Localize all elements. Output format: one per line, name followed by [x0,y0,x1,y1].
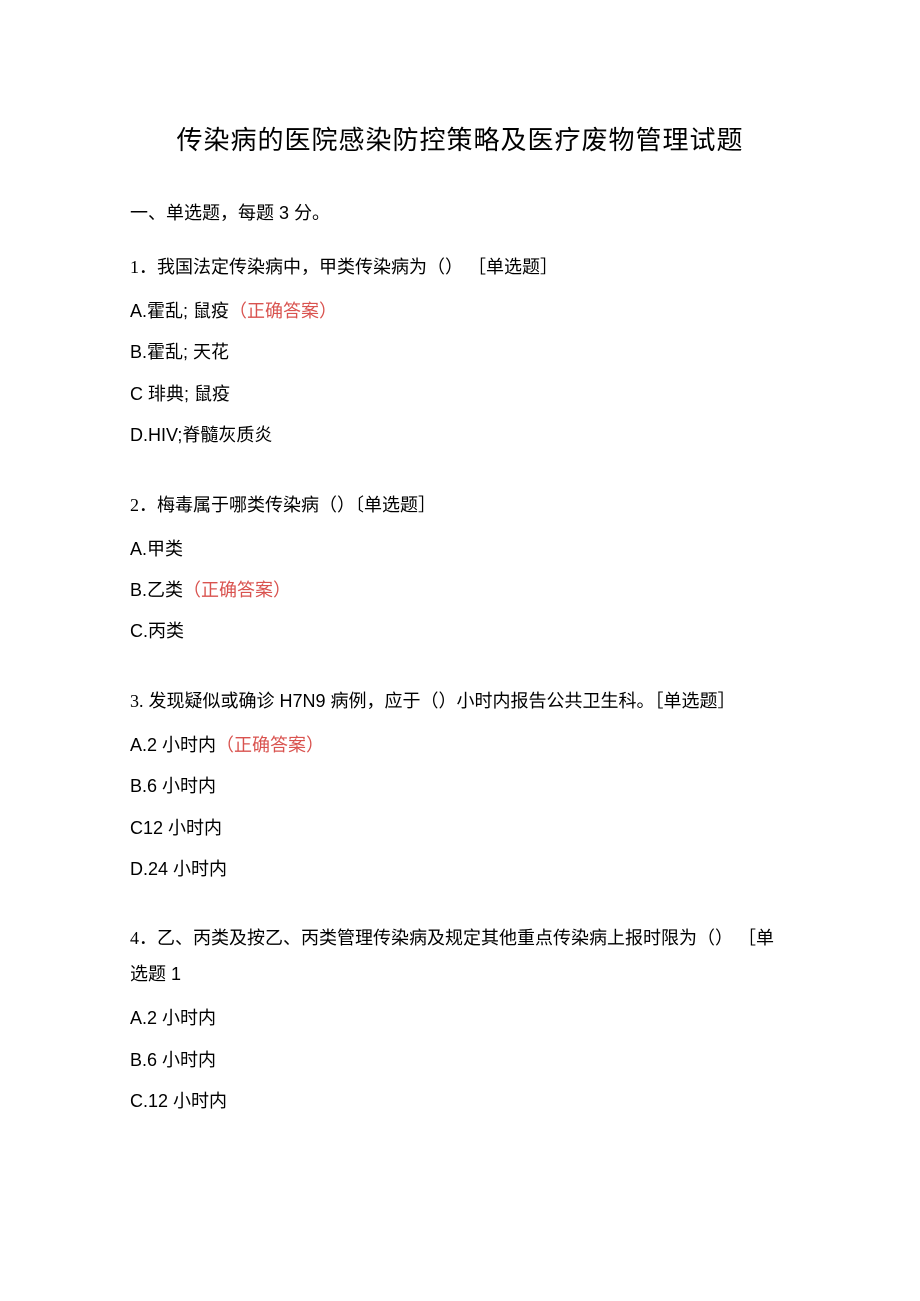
question-number: 3. [130,691,144,711]
question-stem: ．我国法定传染病中，甲类传染病为（） ［单选题］ [139,257,558,277]
option: A.甲类 [130,529,790,570]
option: D.HIV;脊髓灰质炎 [130,415,790,456]
question-number: 1 [130,257,139,277]
option-label: D.HIV;脊髓灰质炎 [130,425,272,445]
question-text: 4．乙、丙类及按乙、丙类管理传染病及规定其他重点传染病上报时限为（） ［单选题 … [130,920,790,992]
option-label: A.霍乱; 鼠疫 [130,301,229,321]
option: B.乙类（正确答案） [130,570,790,611]
question-text: 3. 发现疑似或确诊 H7N9 病例，应于（）小时内报告公共卫生科。［单选题］ [130,683,790,719]
option: C.12 小时内 [130,1081,790,1122]
option: B.6 小时内 [130,766,790,807]
option: A.2 小时内 [130,998,790,1039]
page-content: 传染病的医院感染防控策略及医疗废物管理试题 一、单选题，每题 3 分。 1．我国… [0,0,920,1301]
option-label: B.6 小时内 [130,776,216,796]
option-label: C12 小时内 [130,818,222,838]
option-label: C.12 小时内 [130,1091,227,1111]
option: B.6 小时内 [130,1040,790,1081]
section-header: 一、单选题，每题 3 分。 [130,199,790,225]
option: C12 小时内 [130,808,790,849]
question-stem: ．梅毒属于哪类传染病（）〔单选题］ [139,495,436,515]
option: C.丙类 [130,611,790,652]
option-label: D.24 小时内 [130,859,227,879]
option-label: C 琲典; 鼠疫 [130,384,230,404]
question-block: 2．梅毒属于哪类传染病（）〔单选题］ A.甲类 B.乙类（正确答案） C.丙类 [130,487,790,653]
correct-answer-marker: （正确答案） [183,580,291,600]
question-stem: 发现疑似或确诊 H7N9 病例，应于（）小时内报告公共卫生科。［单选题］ [144,691,736,711]
question-number: 2 [130,495,139,515]
option-label: B.霍乱; 天花 [130,342,229,362]
option-label: B.乙类 [130,580,183,600]
option: B.霍乱; 天花 [130,332,790,373]
option-label: B.6 小时内 [130,1050,216,1070]
correct-answer-marker: （正确答案） [216,735,324,755]
correct-answer-marker: （正确答案） [229,301,337,321]
option-label: A.甲类 [130,539,183,559]
question-block: 4．乙、丙类及按乙、丙类管理传染病及规定其他重点传染病上报时限为（） ［单选题 … [130,920,790,1122]
option-label: A.2 小时内 [130,1008,216,1028]
question-text: 2．梅毒属于哪类传染病（）〔单选题］ [130,487,790,523]
question-text: 1．我国法定传染病中，甲类传染病为（） ［单选题］ [130,249,790,285]
option: A.霍乱; 鼠疫（正确答案） [130,291,790,332]
document-title: 传染病的医院感染防控策略及医疗废物管理试题 [130,120,790,157]
option: D.24 小时内 [130,849,790,890]
question-block: 3. 发现疑似或确诊 H7N9 病例，应于（）小时内报告公共卫生科。［单选题］ A… [130,683,790,891]
question-number: 4 [130,928,139,948]
question-block: 1．我国法定传染病中，甲类传染病为（） ［单选题］ A.霍乱; 鼠疫（正确答案） B… [130,249,790,457]
questions-container: 1．我国法定传染病中，甲类传染病为（） ［单选题］A.霍乱; 鼠疫（正确答案）B… [130,249,790,1122]
option: C 琲典; 鼠疫 [130,374,790,415]
question-stem: ．乙、丙类及按乙、丙类管理传染病及规定其他重点传染病上报时限为（） ［单选题 1 [130,928,774,984]
option: A.2 小时内（正确答案） [130,725,790,766]
option-label: C.丙类 [130,621,184,641]
option-label: A.2 小时内 [130,735,216,755]
